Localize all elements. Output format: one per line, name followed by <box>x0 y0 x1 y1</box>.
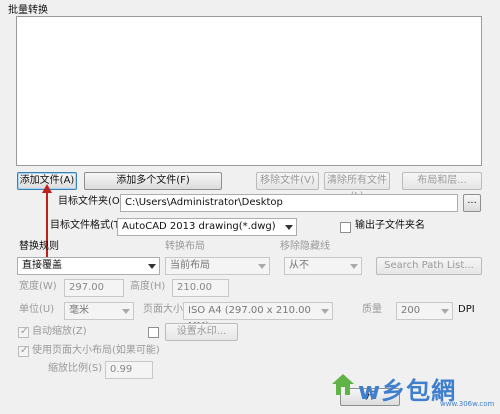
chevron-down-icon <box>122 309 130 314</box>
quality-label: 质量 <box>362 304 382 315</box>
browse-folder-button[interactable]: ... <box>463 194 481 212</box>
auto-scale-checkbox[interactable] <box>18 326 29 338</box>
quality-select[interactable]: 200 <box>396 302 453 320</box>
remove-file-button[interactable]: 移除文件(V) <box>256 172 319 190</box>
set-watermark-button[interactable]: 设置水印... <box>165 323 238 341</box>
convert-layout-label: 转换布局 <box>165 241 205 252</box>
scale-ratio-input[interactable]: 0.99 <box>105 361 153 379</box>
output-subfolder-checkbox[interactable] <box>340 222 351 233</box>
chevron-down-icon <box>350 264 358 269</box>
layout-and-layers-button[interactable]: 布局和层... <box>402 172 482 190</box>
scale-ratio-label: 缩放比例(S) <box>48 363 103 374</box>
use-page-layout-checkbox[interactable] <box>18 345 29 357</box>
chevron-down-icon <box>285 225 293 230</box>
output-subfolder-label: 输出子文件夹名 <box>355 220 425 231</box>
file-list[interactable] <box>16 16 482 166</box>
remove-hidden-lines-select[interactable]: 从不 <box>284 257 362 275</box>
replace-rule-label: 替换规则 <box>19 241 59 252</box>
replace-rule-value: 直接覆盖 <box>22 260 62 271</box>
convert-layout-select[interactable]: 当前布局 <box>165 257 270 275</box>
remove-hidden-lines-label: 移除隐藏线 <box>280 241 330 252</box>
add-multiple-files-button[interactable]: 添加多个文件(F) <box>84 172 222 190</box>
target-format-select[interactable]: AutoCAD 2013 drawing(*.dwg) <box>117 218 297 236</box>
width-input[interactable]: 297.00 <box>64 279 124 297</box>
target-folder-input[interactable]: C:\Users\Administrator\Desktop <box>120 194 458 212</box>
window-title: 批量转换 <box>8 5 48 16</box>
unit-value: 毫米 <box>69 305 89 316</box>
chevron-down-icon <box>441 309 449 314</box>
watermark-url: www.306w.com <box>440 400 495 408</box>
width-label: 宽度(W) <box>19 281 57 292</box>
chevron-down-icon <box>148 264 156 269</box>
auto-scale-label: 自动缩放(Z) <box>32 326 87 337</box>
target-format-label: 目标文件格式(T) <box>50 220 124 231</box>
target-folder-label: 目标文件夹(O) <box>58 196 124 207</box>
annotation-arrow-head <box>42 184 52 193</box>
convert-layout-value: 当前布局 <box>170 260 210 271</box>
target-format-value: AutoCAD 2013 drawing(*.dwg) <box>122 221 276 232</box>
quality-unit-label: DPI <box>458 304 475 315</box>
replace-rule-select[interactable]: 直接覆盖 <box>17 257 160 275</box>
chevron-down-icon <box>321 309 329 314</box>
clear-all-files-button[interactable]: 清除所有文件(L) <box>324 172 390 202</box>
page-size-select[interactable]: ISO A4 (297.00 x 210.00 MM) <box>183 302 333 332</box>
watermark-checkbox[interactable] <box>148 327 159 338</box>
page-size-label: 页面大小 <box>143 304 183 315</box>
unit-label: 单位(U) <box>19 304 55 315</box>
chevron-down-icon <box>258 264 266 269</box>
quality-value: 200 <box>401 305 421 316</box>
height-label: 高度(H) <box>130 281 166 292</box>
search-path-list-button[interactable]: Search Path List... <box>376 257 482 275</box>
use-page-layout-label: 使用页面大小布局(如果可能) <box>32 345 160 356</box>
height-input[interactable]: 210.00 <box>172 279 229 297</box>
house-logo-icon <box>332 374 354 395</box>
remove-hidden-lines-value: 从不 <box>289 260 309 271</box>
unit-select[interactable]: 毫米 <box>64 302 134 320</box>
